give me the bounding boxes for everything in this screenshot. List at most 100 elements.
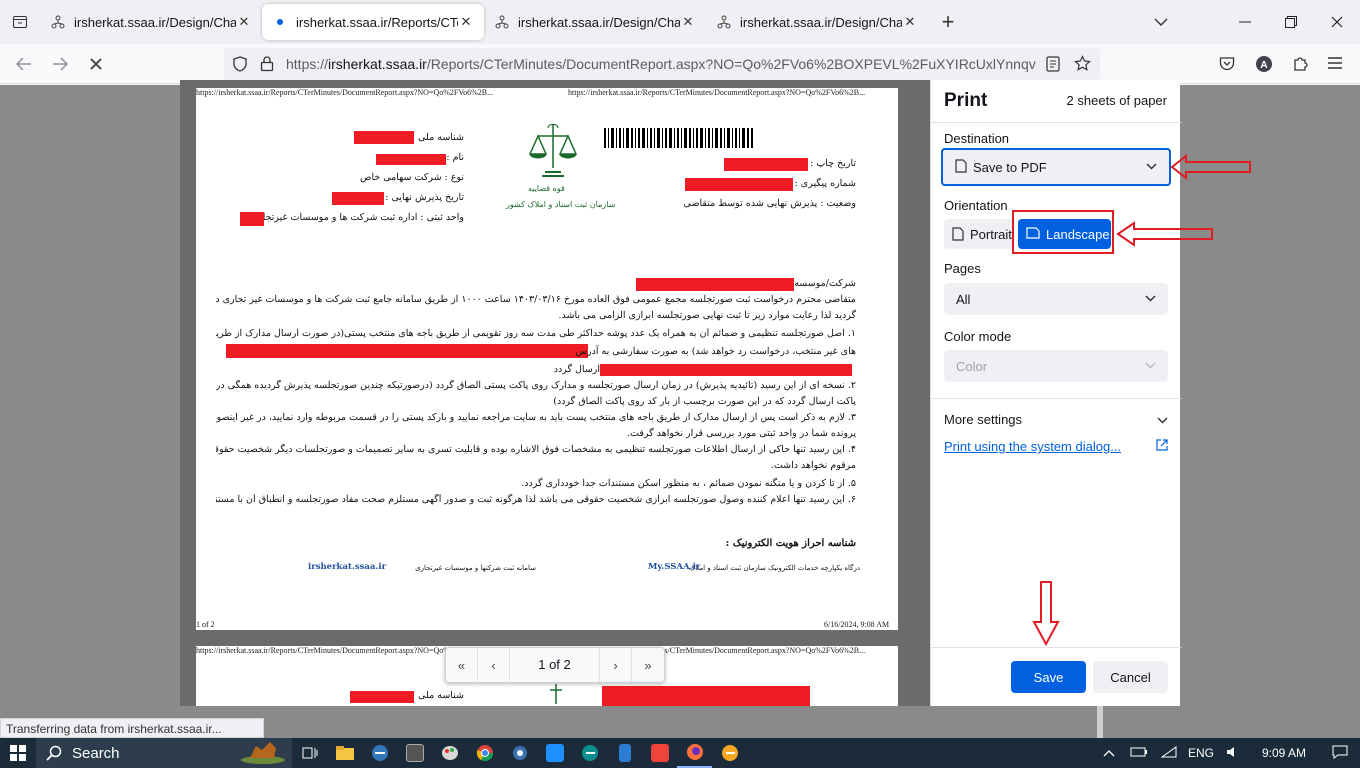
menu-icon[interactable] bbox=[1328, 57, 1342, 72]
divider bbox=[931, 647, 1181, 648]
print-date-label: تاریخ چاپ : bbox=[810, 158, 856, 169]
redaction-box bbox=[636, 278, 794, 291]
back-button[interactable] bbox=[6, 48, 42, 80]
print-title: Print bbox=[944, 90, 988, 111]
sheet-count: 2 sheets of paper bbox=[1066, 93, 1167, 108]
arrow-down-annotation-icon bbox=[1032, 581, 1060, 646]
settings-app-icon[interactable] bbox=[502, 738, 537, 768]
page-footer-count: 1 of 2 bbox=[196, 620, 215, 629]
preview-page-1: https://irsherkat.ssaa.ir/Reports/CTerMi… bbox=[196, 88, 898, 630]
body-line: های غیر منتخب، درخواست رد خواهد شد) به ص… bbox=[575, 346, 856, 357]
stop-icon bbox=[90, 57, 102, 70]
first-page-button[interactable]: « bbox=[446, 648, 478, 682]
emblem-caption: قوه قضاییه bbox=[528, 184, 565, 193]
redaction-box bbox=[724, 158, 808, 171]
dot-icon bbox=[272, 14, 288, 30]
color-mode-select[interactable]: Color bbox=[944, 350, 1168, 382]
notification-icon[interactable] bbox=[1320, 745, 1360, 762]
anydesk-icon[interactable] bbox=[642, 738, 677, 768]
app-icon[interactable] bbox=[537, 738, 572, 768]
body-line: ۵. از تا کردن و یا منگنه نمودن ضمائم ، ب… bbox=[521, 478, 856, 489]
divider bbox=[931, 398, 1181, 399]
tab-1[interactable]: irsherkat.ssaa.ir/Design/Change ✕ bbox=[40, 4, 262, 40]
tab-overflow-chevron-icon[interactable] bbox=[1138, 0, 1184, 44]
body-line: مرقوم نخواهد داشت. bbox=[770, 460, 856, 471]
system-dialog-link[interactable]: Print using the system dialog... bbox=[944, 439, 1121, 454]
minimize-button[interactable] bbox=[1222, 0, 1268, 44]
color-mode-value: Color bbox=[956, 358, 988, 374]
last-page-button[interactable]: » bbox=[632, 648, 664, 682]
url-bar[interactable]: https://irsherkat.ssaa.ir/Reports/CTerMi… bbox=[224, 48, 1100, 80]
company-label: شرکت/موسسه bbox=[794, 278, 856, 289]
app-icon[interactable] bbox=[397, 738, 432, 768]
bookmark-star-icon[interactable] bbox=[1074, 55, 1091, 75]
external-link-icon[interactable] bbox=[1156, 439, 1168, 454]
account-avatar-icon[interactable]: A bbox=[1255, 55, 1273, 76]
chrome-icon[interactable] bbox=[467, 738, 502, 768]
redaction-box bbox=[350, 691, 414, 703]
edge-icon[interactable] bbox=[572, 738, 607, 768]
pages-select[interactable]: All bbox=[944, 283, 1168, 315]
restore-button[interactable] bbox=[1268, 0, 1314, 44]
pocket-icon[interactable] bbox=[1219, 56, 1235, 74]
scales-emblem-icon bbox=[550, 684, 562, 704]
redaction-box bbox=[226, 344, 588, 358]
orientation-label: Orientation bbox=[944, 198, 1008, 213]
previous-page-button[interactable]: ‹ bbox=[478, 648, 510, 682]
forward-button[interactable] bbox=[42, 48, 78, 80]
task-view-icon[interactable] bbox=[292, 738, 327, 768]
more-settings-toggle[interactable]: More settings bbox=[944, 410, 1168, 428]
body-line: ارسال گردد bbox=[553, 364, 600, 375]
portrait-option[interactable]: Portrait bbox=[944, 219, 1014, 249]
status-bar: Transferring data from irsherkat.ssaa.ir… bbox=[0, 718, 264, 738]
volume-icon[interactable] bbox=[1218, 746, 1248, 761]
taskbar-search[interactable]: Search bbox=[36, 738, 292, 768]
tab-4[interactable]: irsherkat.ssaa.ir/Design/Change ✕ bbox=[706, 4, 928, 40]
firefox-icon[interactable] bbox=[677, 738, 712, 768]
url-text: https://irsherkat.ssaa.ir/Reports/CTerMi… bbox=[286, 56, 1036, 72]
language-indicator[interactable]: ENG bbox=[1184, 746, 1218, 760]
battery-icon[interactable] bbox=[1124, 746, 1154, 761]
tracking-number-label: شماره پیگیری : bbox=[794, 178, 856, 189]
lock-icon[interactable] bbox=[260, 55, 274, 75]
stop-button[interactable] bbox=[78, 48, 114, 80]
cancel-button[interactable]: Cancel bbox=[1093, 661, 1168, 693]
search-highlight-image bbox=[240, 738, 286, 768]
tab-2[interactable]: irsherkat.ssaa.ir/Reports/CTerMi ✕ bbox=[262, 4, 484, 40]
organization-caption: سازمان ثبت اسناد و املاک کشور bbox=[506, 200, 616, 209]
edge-legacy-icon[interactable] bbox=[362, 738, 397, 768]
clock[interactable]: 9:09 AM bbox=[1248, 746, 1320, 760]
back-arrow-icon bbox=[16, 56, 31, 71]
destination-select[interactable]: Save to PDF bbox=[941, 148, 1171, 186]
national-id-label: شناسه ملی : bbox=[411, 690, 464, 701]
close-window-button[interactable] bbox=[1314, 0, 1360, 44]
app-icon[interactable] bbox=[607, 738, 642, 768]
start-button[interactable] bbox=[0, 738, 36, 768]
save-button[interactable]: Save bbox=[1011, 661, 1086, 693]
body-line: ۶. این رسید تنها اعلام کننده وصول صورتجل… bbox=[216, 494, 856, 505]
close-icon[interactable]: ✕ bbox=[680, 14, 696, 30]
file-explorer-icon[interactable] bbox=[327, 738, 362, 768]
shield-icon[interactable] bbox=[232, 56, 248, 75]
redaction-box bbox=[240, 212, 264, 226]
edge-orange-icon[interactable] bbox=[712, 738, 747, 768]
close-icon[interactable]: ✕ bbox=[902, 14, 918, 30]
chevron-up-icon[interactable] bbox=[1094, 746, 1124, 760]
new-tab-button[interactable]: + bbox=[928, 4, 968, 40]
close-icon[interactable]: ✕ bbox=[458, 14, 474, 30]
paint-icon[interactable] bbox=[432, 738, 467, 768]
tab-list-button[interactable] bbox=[0, 0, 40, 44]
chevron-down-icon bbox=[1146, 161, 1157, 173]
tab-title: irsherkat.ssaa.ir/Design/Change bbox=[740, 14, 902, 30]
wifi-icon[interactable] bbox=[1154, 745, 1184, 761]
body-line: پاکت ارسال گردد که در این صورت برچسب از … bbox=[553, 396, 856, 407]
forward-arrow-icon bbox=[53, 56, 68, 71]
close-icon[interactable]: ✕ bbox=[236, 14, 252, 30]
electronic-id-title: شناسه احراز هویت الکترونیک : bbox=[725, 538, 856, 549]
extensions-icon[interactable] bbox=[1292, 55, 1309, 75]
body-line: متقاضی محترم درخواست ثبت صورتجلسه مجمع ع… bbox=[216, 294, 856, 305]
reader-view-icon[interactable] bbox=[1046, 56, 1060, 75]
tab-3[interactable]: irsherkat.ssaa.ir/Design/Change ✕ bbox=[484, 4, 706, 40]
next-page-button[interactable]: › bbox=[600, 648, 632, 682]
body-line: گردید لذا رعایت موارد زیر تا ثبت نهایی ص… bbox=[558, 310, 856, 321]
